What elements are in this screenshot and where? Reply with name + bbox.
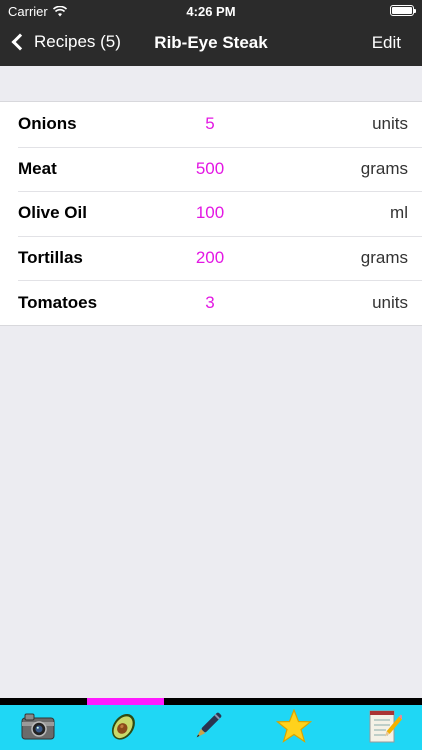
ingredient-name: Tortillas xyxy=(18,248,83,268)
tab-bar xyxy=(0,698,422,750)
page-title: Rib-Eye Steak xyxy=(154,33,268,52)
tab-notes[interactable] xyxy=(364,707,404,745)
ingredient-name: Olive Oil xyxy=(18,203,87,223)
ingredient-unit: units xyxy=(372,292,408,312)
ingredient-quantity: 100 xyxy=(195,203,225,223)
ingredient-unit: ml xyxy=(390,203,408,223)
star-icon xyxy=(276,709,312,743)
navigation-bar: Recipes (5) Rib-Eye Steak Edit xyxy=(0,22,422,66)
ingredient-row[interactable]: Onions 5 units xyxy=(0,102,422,147)
camera-icon xyxy=(21,713,55,740)
ingredient-row[interactable]: Olive Oil 100 ml xyxy=(0,191,422,236)
selected-tab-indicator xyxy=(87,698,164,705)
edit-button[interactable]: Edit xyxy=(372,33,401,53)
ingredient-name: Meat xyxy=(18,158,57,178)
tab-pen[interactable] xyxy=(188,707,228,745)
ingredient-quantity: 5 xyxy=(205,114,215,134)
ingredient-name: Tomatoes xyxy=(18,292,98,312)
ingredient-quantity: 200 xyxy=(195,248,225,268)
ingredient-quantity: 500 xyxy=(195,158,225,178)
ingredient-unit: grams xyxy=(360,158,408,178)
ingredient-name: Onions xyxy=(18,114,77,134)
status-bar: Carrier 4:26 PM xyxy=(0,0,422,22)
tab-avocado[interactable] xyxy=(104,707,144,745)
battery-icon xyxy=(390,5,416,16)
ingredient-row[interactable]: Tortillas 200 grams xyxy=(0,235,422,281)
ingredient-unit: units xyxy=(372,114,408,134)
ingredient-row[interactable]: Meat 500 grams xyxy=(0,146,422,192)
ingredient-quantity: 3 xyxy=(205,292,215,312)
avocado-icon xyxy=(111,713,135,740)
ingredient-row[interactable]: Tomatoes 3 units xyxy=(0,280,422,325)
tab-favorites[interactable] xyxy=(274,707,314,745)
ingredient-unit: grams xyxy=(360,248,408,268)
tab-bar-strip xyxy=(0,698,422,705)
ingredient-list: Onions 5 units Meat 500 grams Olive Oil … xyxy=(0,101,422,326)
tab-camera[interactable] xyxy=(18,707,58,745)
top-bar: Carrier 4:26 PM Recipes (5) Rib-Eye Stea… xyxy=(0,0,422,66)
notepad-icon xyxy=(369,710,402,743)
pen-icon xyxy=(196,712,222,738)
status-time: 4:26 PM xyxy=(186,4,236,19)
